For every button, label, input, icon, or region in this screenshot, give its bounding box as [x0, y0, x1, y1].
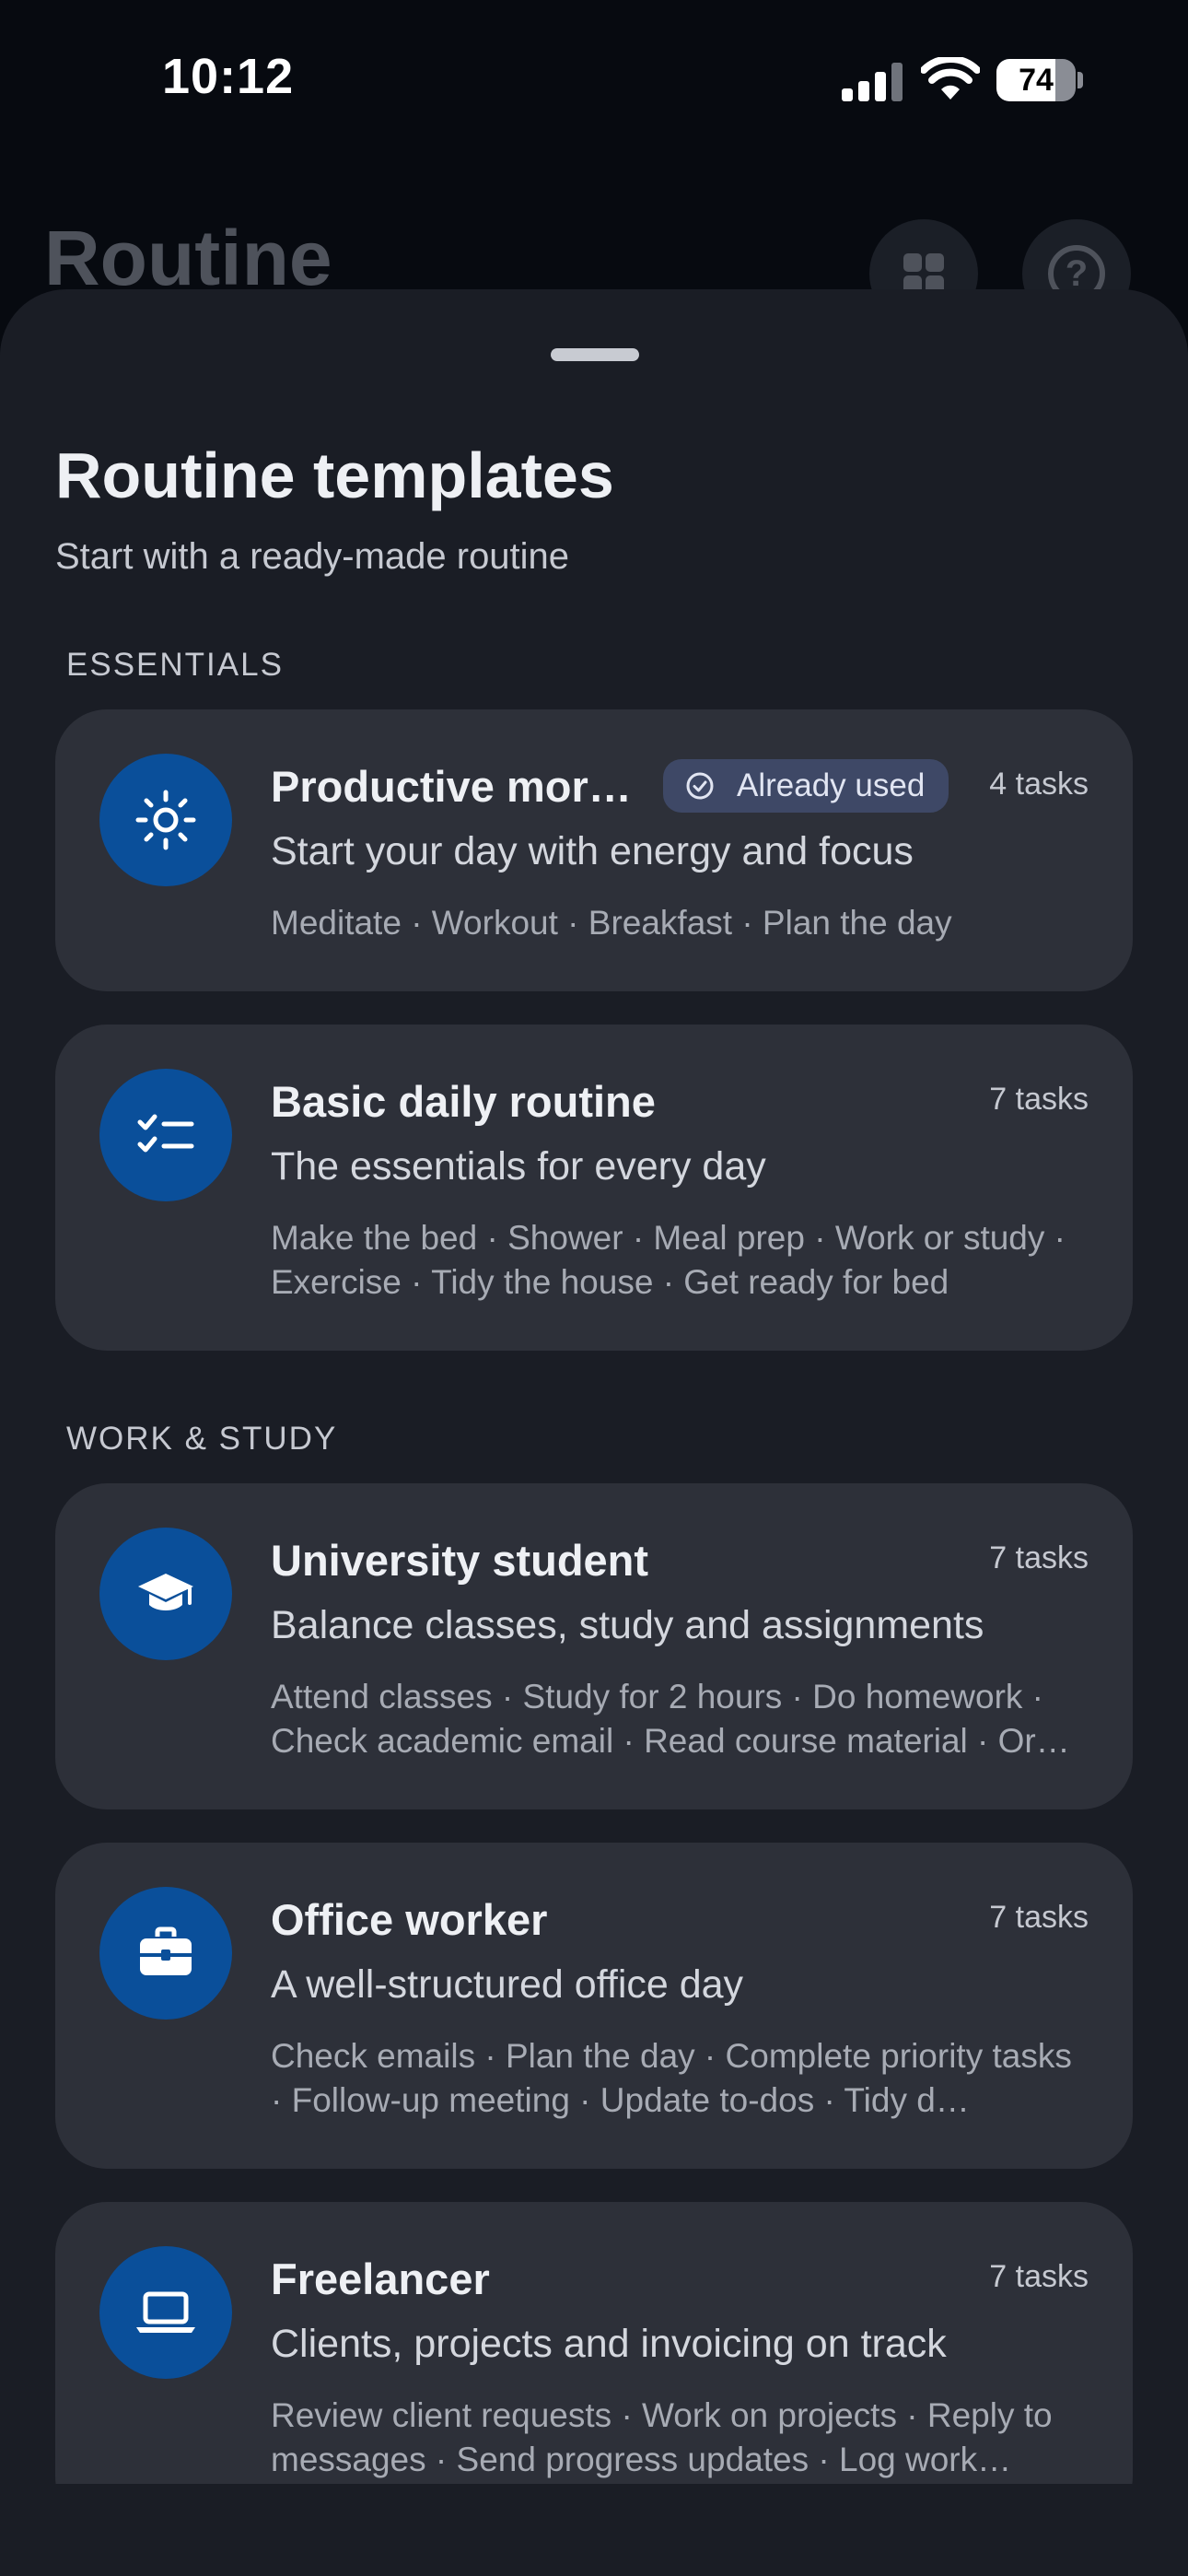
graduation-cap-icon — [138, 1574, 193, 1610]
wifi-icon — [921, 57, 980, 100]
template-tasks: Attend classes · Study for 2 hours · Do … — [271, 1678, 1070, 1760]
template-title: University student — [271, 1536, 649, 1585]
battery-icon: 74 — [996, 59, 1083, 101]
template-tasks: Meditate · Workout · Breakfast · Plan th… — [271, 904, 952, 942]
template-card-basic-daily-routine[interactable]: Basic daily routine 7 tasks The essentia… — [55, 1025, 1133, 1351]
template-description: A well-structured office day — [271, 1962, 744, 2007]
template-title: Productive mor… — [271, 762, 632, 811]
template-card-productive-morning[interactable]: Productive mor… Already used 4 tasks Sta… — [55, 709, 1133, 991]
task-count: 7 tasks — [989, 1082, 1089, 1117]
template-card-freelancer[interactable]: Freelancer 7 tasks Clients, projects and… — [55, 2202, 1133, 2484]
template-title: Freelancer — [271, 2254, 490, 2303]
status-bar: 10:12 74 — [0, 0, 1188, 157]
template-tasks: Review client requests · Work on project… — [271, 2396, 1053, 2478]
template-description: The essentials for every day — [271, 1144, 766, 1188]
section-label-work-study: WORK & STUDY — [66, 1421, 338, 1457]
badge-label: Already used — [737, 767, 926, 803]
template-icon — [99, 1069, 232, 1201]
template-title: Basic daily routine — [271, 1077, 656, 1126]
template-icon — [99, 754, 232, 886]
template-card-office-worker[interactable]: Office worker 7 tasks A well-structured … — [55, 1843, 1133, 2169]
templates-list[interactable]: ESSENTIALS Productive mor… Already used … — [0, 289, 1188, 2484]
sun-icon — [135, 790, 196, 850]
laptop-icon — [136, 2291, 195, 2333]
task-count: 7 tasks — [989, 1900, 1089, 1935]
task-count: 4 tasks — [989, 767, 1089, 802]
template-icon — [99, 1528, 232, 1660]
checklist-icon — [137, 1114, 194, 1153]
check-circle-icon — [686, 772, 714, 800]
template-card-university-student[interactable]: University student 7 tasks Balance class… — [55, 1483, 1133, 1809]
status-time: 10:12 — [162, 49, 295, 104]
template-tasks: Make the bed · Shower · Meal prep · Work… — [271, 1219, 1066, 1301]
briefcase-icon — [140, 1926, 192, 1975]
templates-sheet: Routine templates Start with a ready-mad… — [0, 289, 1188, 2576]
template-title: Office worker — [271, 1895, 548, 1944]
task-count: 7 tasks — [989, 1540, 1089, 1575]
template-description: Clients, projects and invoicing on track — [271, 2322, 947, 2366]
template-icon — [99, 2246, 232, 2379]
screen: 10:12 74 Routine ? Routine templates Sta… — [0, 0, 1188, 2576]
cellular-signal-icon — [842, 63, 903, 101]
template-description: Balance classes, study and assignments — [271, 1603, 984, 1647]
section-label-essentials: ESSENTIALS — [66, 647, 284, 683]
already-used-badge: Already used — [663, 759, 949, 813]
battery-level: 74 — [1019, 63, 1054, 98]
template-icon — [99, 1887, 232, 2020]
template-tasks: Check emails · Plan the day · Complete p… — [271, 2037, 1072, 2119]
template-description: Start your day with energy and focus — [271, 829, 914, 873]
task-count: 7 tasks — [989, 2259, 1089, 2294]
